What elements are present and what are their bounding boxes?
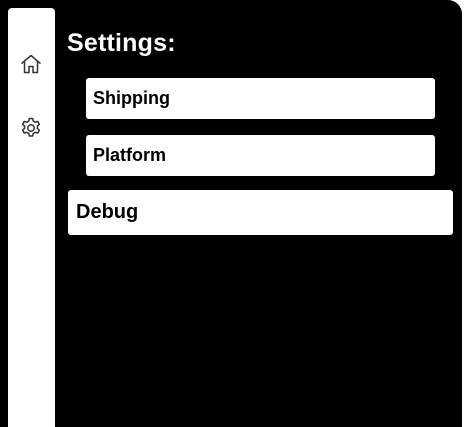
sidebar-rail: [8, 8, 55, 427]
page-title: Settings:: [67, 29, 176, 57]
settings-panel: Settings: Shipping Platform Debug: [0, 0, 462, 427]
home-icon[interactable]: [19, 52, 43, 76]
settings-item-platform[interactable]: Platform: [86, 135, 435, 176]
settings-item-shipping[interactable]: Shipping: [86, 78, 435, 119]
app-screen: Settings: Shipping Platform Debug: [0, 0, 465, 427]
gear-icon[interactable]: [19, 116, 43, 140]
settings-item-debug[interactable]: Debug: [68, 190, 453, 235]
